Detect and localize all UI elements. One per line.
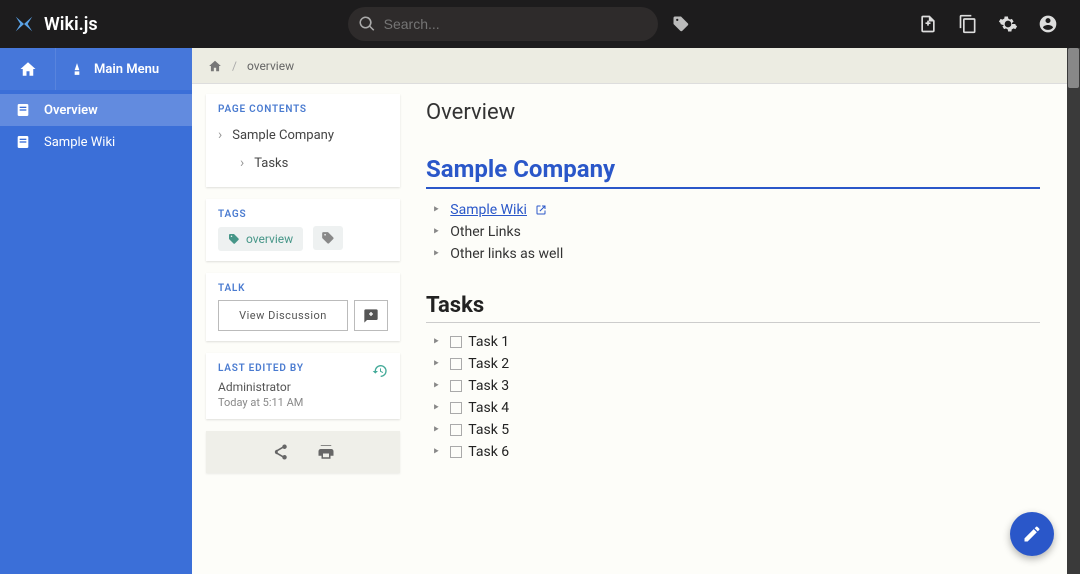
brand-name: Wiki.js: [44, 14, 98, 35]
checkbox[interactable]: [450, 446, 462, 458]
checkbox[interactable]: [450, 424, 462, 436]
top-actions: [908, 0, 1068, 48]
tasks-list: Task 1 Task 2 Task 3 Task 4 Task 5 Task …: [426, 331, 1040, 463]
tag-icon[interactable]: [672, 15, 690, 33]
edited-time: Today at 5:11 AM: [218, 396, 388, 409]
history-icon[interactable]: [372, 363, 388, 379]
checkbox[interactable]: [450, 336, 462, 348]
page-icon: [14, 101, 32, 119]
toc-text: Tasks: [254, 156, 288, 171]
side-panels: PAGE CONTENTS › Sample Company › Tasks T…: [192, 84, 408, 574]
links-list: Sample Wiki Other Links Other links as w…: [426, 199, 1040, 265]
settings-button[interactable]: [988, 0, 1028, 48]
search-input[interactable]: [348, 7, 658, 41]
new-comment-button[interactable]: [354, 300, 388, 331]
home-button[interactable]: [0, 48, 56, 90]
checkbox[interactable]: [450, 380, 462, 392]
talk-card: TALK View Discussion: [206, 273, 400, 341]
breadcrumb: / overview: [192, 48, 1080, 84]
top-bar: Wiki.js: [0, 0, 1080, 48]
toc-text: Sample Company: [232, 128, 334, 143]
toc-label: PAGE CONTENTS: [218, 104, 388, 115]
scrollbar[interactable]: [1067, 48, 1080, 574]
nav-label: Sample Wiki: [44, 135, 115, 150]
task-item: Task 1: [432, 331, 1040, 353]
tag-icon: [321, 231, 335, 245]
menu-icon: [70, 62, 84, 76]
nav-item-overview[interactable]: Overview: [0, 94, 192, 126]
checkbox[interactable]: [450, 402, 462, 414]
tag-icon: [228, 233, 240, 245]
task-item: Task 4: [432, 397, 1040, 419]
toc-item-company[interactable]: › Sample Company: [218, 121, 388, 149]
task-item: Task 3: [432, 375, 1040, 397]
add-tag-button[interactable]: [313, 226, 343, 250]
main-menu-button[interactable]: Main Menu: [56, 48, 192, 90]
sidebar: Main Menu Overview Sample Wiki: [0, 48, 192, 574]
view-discussion-button[interactable]: View Discussion: [218, 300, 348, 331]
tags-card: TAGS overview: [206, 199, 400, 261]
tag-text: overview: [246, 232, 293, 246]
logo-icon: [12, 12, 36, 36]
page-content: Overview Sample Company Sample Wiki Othe…: [408, 84, 1080, 574]
talk-label: TALK: [218, 283, 388, 294]
chevron-right-icon: ›: [240, 155, 244, 171]
toc-card: PAGE CONTENTS › Sample Company › Tasks: [206, 94, 400, 187]
share-button[interactable]: [271, 443, 289, 461]
nav-item-sample-wiki[interactable]: Sample Wiki: [0, 126, 192, 158]
edit-fab[interactable]: [1010, 512, 1054, 556]
task-item: Task 6: [432, 441, 1040, 463]
print-button[interactable]: [317, 443, 335, 461]
heading-company: Sample Company: [426, 155, 1040, 183]
tags-label: TAGS: [218, 209, 388, 220]
breadcrumb-sep: /: [232, 59, 237, 73]
breadcrumb-current: overview: [247, 59, 294, 73]
task-item: Task 2: [432, 353, 1040, 375]
scrollbar-thumb[interactable]: [1068, 48, 1079, 88]
share-card: [206, 431, 400, 473]
search-icon: [358, 15, 376, 33]
search-box: [348, 7, 658, 41]
task-item: Task 5: [432, 419, 1040, 441]
checkbox[interactable]: [450, 358, 462, 370]
tag-chip-overview[interactable]: overview: [218, 227, 303, 251]
toc-item-tasks[interactable]: › Tasks: [218, 149, 388, 177]
edited-by-name: Administrator: [218, 380, 388, 394]
edited-label: LAST EDITED BY: [218, 363, 388, 374]
new-page-button[interactable]: [908, 0, 948, 48]
chevron-right-icon: ›: [218, 127, 222, 143]
last-edited-card: LAST EDITED BY Administrator Today at 5:…: [206, 353, 400, 419]
page-title: Overview: [426, 100, 1040, 125]
main-menu-label: Main Menu: [94, 62, 159, 77]
list-item: Sample Wiki: [432, 199, 1040, 221]
duplicate-button[interactable]: [948, 0, 988, 48]
account-button[interactable]: [1028, 0, 1068, 48]
external-link-icon: [535, 204, 547, 216]
home-crumb-icon[interactable]: [208, 59, 222, 73]
brand[interactable]: Wiki.js: [12, 12, 98, 36]
nav-label: Overview: [44, 103, 98, 118]
link-sample-wiki[interactable]: Sample Wiki: [450, 202, 527, 218]
heading-tasks: Tasks: [426, 293, 1040, 323]
page-icon: [14, 133, 32, 151]
list-item: Other Links: [432, 221, 1040, 243]
list-item: Other links as well: [432, 243, 1040, 265]
